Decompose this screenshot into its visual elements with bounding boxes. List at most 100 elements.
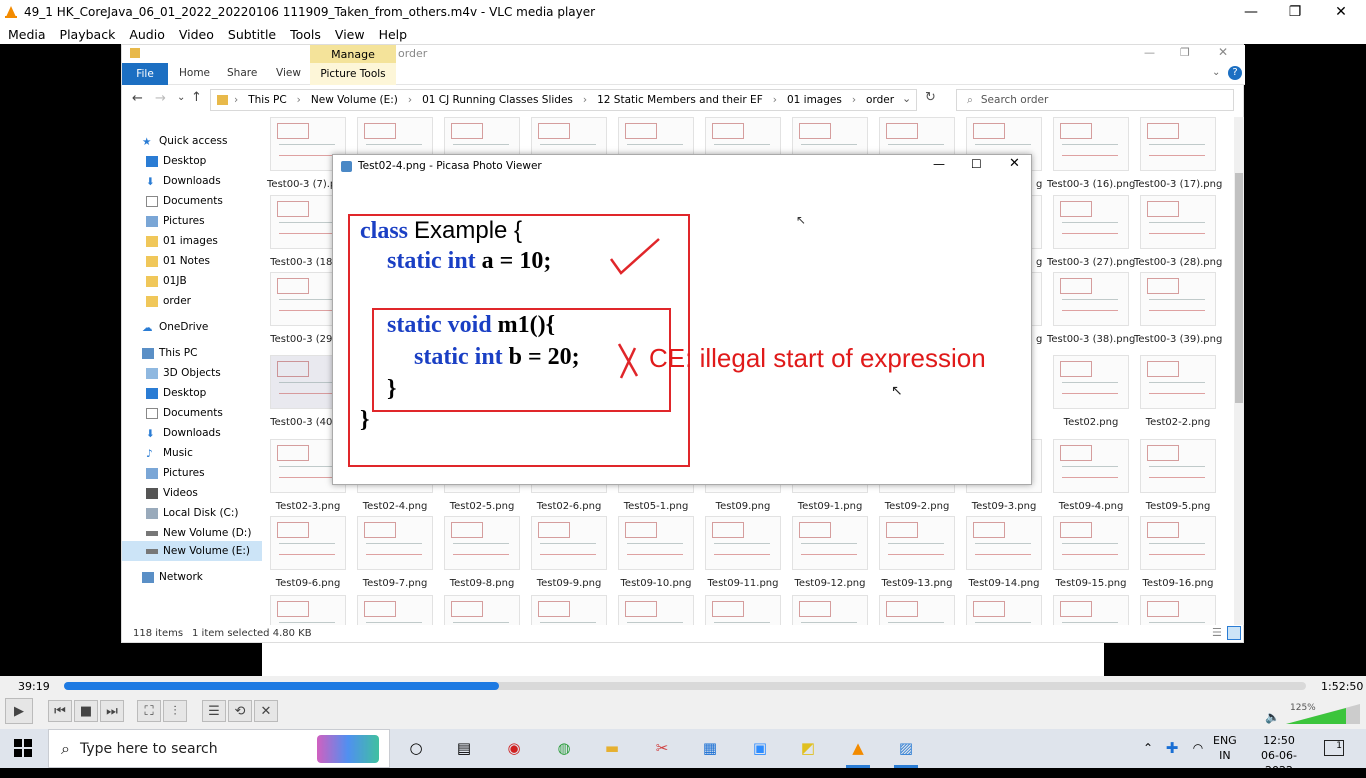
exp-restore-icon[interactable]: ❐: [1180, 46, 1190, 59]
refresh-icon[interactable]: ↻: [925, 90, 936, 105]
minimize-button[interactable]: —: [1228, 0, 1274, 24]
file-thumbnail[interactable]: [1140, 195, 1216, 249]
sticky-notes-icon[interactable]: ◩: [796, 737, 820, 759]
nav-01-images[interactable]: 01 images: [146, 235, 218, 247]
file-explorer-icon[interactable]: ▬: [600, 737, 624, 759]
file-thumbnail[interactable]: [792, 595, 868, 625]
clock[interactable]: 12:50 06-06-2022: [1248, 733, 1310, 778]
record-app-icon[interactable]: ◉: [502, 737, 526, 759]
manage-tab[interactable]: Manage: [310, 45, 396, 63]
extended-settings-button[interactable]: ⫶: [163, 700, 187, 722]
file-thumbnail[interactable]: [705, 516, 781, 570]
file-thumbnail[interactable]: [531, 516, 607, 570]
nav-desktop-pc[interactable]: Desktop: [146, 387, 206, 399]
nav-new-volume-d[interactable]: New Volume (D:): [146, 527, 251, 539]
wifi-icon[interactable]: ◠: [1186, 737, 1210, 759]
nav-documents-pc[interactable]: Documents: [146, 407, 223, 419]
snipping-tool-icon[interactable]: ✂: [650, 737, 674, 759]
windows-start-icon[interactable]: [14, 739, 32, 757]
recent-dropdown-icon[interactable]: ⌄: [177, 92, 185, 103]
file-thumbnail[interactable]: [1140, 439, 1216, 493]
photos-icon[interactable]: ▨: [894, 737, 918, 759]
next-button[interactable]: ⏭: [100, 700, 124, 722]
file-thumbnail[interactable]: [618, 595, 694, 625]
nav-order[interactable]: order: [146, 295, 191, 307]
show-hidden-icons-icon[interactable]: ⌃: [1136, 737, 1160, 759]
previous-button[interactable]: ⏮: [48, 700, 72, 722]
tab-share[interactable]: Share: [227, 67, 257, 79]
nav-desktop[interactable]: Desktop: [146, 155, 206, 167]
ribbon-expand-icon[interactable]: ⌄: [1212, 67, 1220, 78]
file-thumbnail[interactable]: [705, 595, 781, 625]
breadcrumb-01-images[interactable]: 01 images: [787, 94, 842, 106]
file-thumbnail[interactable]: [618, 516, 694, 570]
nav-documents[interactable]: Documents: [146, 195, 223, 207]
language-indicator[interactable]: ENG IN: [1213, 733, 1237, 763]
nav-downloads[interactable]: ⬇ Downloads: [146, 175, 221, 188]
nav-01jb[interactable]: 01JB: [146, 275, 187, 287]
file-thumbnail[interactable]: [1053, 195, 1129, 249]
scroll-thumb[interactable]: [1235, 173, 1243, 403]
file-thumbnail[interactable]: [270, 595, 346, 625]
file-thumbnail[interactable]: [270, 516, 346, 570]
file-thumbnail[interactable]: [792, 516, 868, 570]
file-thumbnail[interactable]: [1140, 117, 1216, 171]
file-thumbnail[interactable]: [357, 516, 433, 570]
vlc-taskbar-icon[interactable]: ▲: [846, 737, 870, 759]
up-icon[interactable]: ↑: [191, 90, 202, 105]
file-thumbnail[interactable]: [357, 595, 433, 625]
file-thumbnail[interactable]: [879, 595, 955, 625]
speaker-icon[interactable]: 🔈: [1265, 710, 1280, 724]
play-button[interactable]: ▶: [5, 698, 33, 724]
nav-network[interactable]: Network: [142, 571, 203, 583]
tab-home[interactable]: Home: [179, 67, 210, 79]
close-button[interactable]: ✕: [1318, 0, 1364, 24]
picasa-minimize-button[interactable]: —: [933, 157, 945, 171]
thumbnail-view-icon[interactable]: [1227, 626, 1241, 640]
tab-file[interactable]: File: [122, 63, 168, 85]
file-thumbnail[interactable]: [966, 595, 1042, 625]
file-thumbnail[interactable]: [1053, 117, 1129, 171]
maximize-button[interactable]: ❐: [1272, 0, 1318, 24]
stop-button[interactable]: ■: [74, 700, 98, 722]
menu-subtitle[interactable]: Subtitle: [228, 27, 276, 42]
address-bar[interactable]: › This PC › New Volume (E:) › 01 CJ Runn…: [210, 89, 917, 111]
nav-pictures[interactable]: Pictures: [146, 215, 205, 227]
tab-view[interactable]: View: [276, 67, 301, 79]
nav-music[interactable]: ♪ Music: [146, 447, 193, 460]
loop-button[interactable]: ⟲: [228, 700, 252, 722]
file-thumbnail[interactable]: [1140, 355, 1216, 409]
cortana-icon[interactable]: ○: [404, 737, 428, 759]
nav-this-pc[interactable]: This PC: [142, 347, 197, 359]
nav-onedrive[interactable]: ☁ OneDrive: [142, 321, 208, 334]
nav-new-volume-e[interactable]: New Volume (E:): [122, 541, 262, 561]
breadcrumb-order[interactable]: order: [866, 94, 894, 106]
menu-view[interactable]: View: [335, 27, 365, 42]
playlist-button[interactable]: ☰: [202, 700, 226, 722]
breadcrumb-cj-slides[interactable]: 01 CJ Running Classes Slides: [422, 94, 573, 106]
vertical-scrollbar[interactable]: [1234, 117, 1244, 625]
file-thumbnail[interactable]: [1053, 355, 1129, 409]
task-view-icon[interactable]: ▤: [452, 737, 476, 759]
notification-icon[interactable]: 1: [1324, 740, 1344, 756]
menu-help[interactable]: Help: [379, 27, 408, 42]
taskbar-search-box[interactable]: ⌕ Type here to search: [48, 729, 390, 768]
nav-quick-access[interactable]: ★ Quick access: [142, 135, 227, 148]
breadcrumb-static-members[interactable]: 12 Static Members and their EF: [597, 94, 763, 106]
picasa-close-button[interactable]: ✕: [1009, 156, 1020, 171]
exp-minimize-icon[interactable]: —: [1144, 46, 1155, 59]
picasa-maximize-button[interactable]: ☐: [971, 157, 982, 171]
store-icon[interactable]: ▦: [698, 737, 722, 759]
details-view-icon[interactable]: ☰: [1212, 626, 1222, 639]
address-dropdown-icon[interactable]: ⌄: [902, 92, 911, 105]
search-input[interactable]: ⌕ Search order: [956, 89, 1234, 111]
menu-video[interactable]: Video: [179, 27, 214, 42]
file-thumbnail[interactable]: [1053, 595, 1129, 625]
exp-close-icon[interactable]: ✕: [1218, 45, 1228, 59]
fullscreen-button[interactable]: ⛶: [137, 700, 161, 722]
file-thumbnail[interactable]: [444, 516, 520, 570]
shuffle-button[interactable]: ✕: [254, 700, 278, 722]
volume-slider[interactable]: [1286, 704, 1360, 724]
nav-pictures-pc[interactable]: Pictures: [146, 467, 205, 479]
menu-media[interactable]: Media: [8, 27, 46, 42]
